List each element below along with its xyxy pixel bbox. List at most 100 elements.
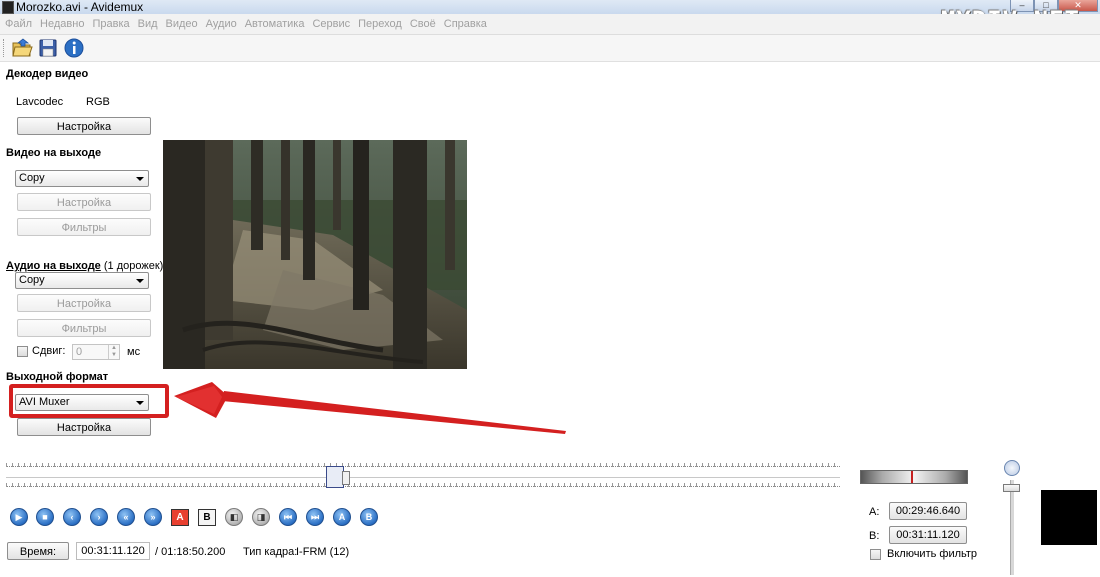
- timeline-tick: [654, 463, 655, 467]
- audio-settings-button[interactable]: Настройка: [17, 294, 151, 312]
- timeline-track[interactable]: [6, 477, 840, 478]
- timeline-tick: [432, 463, 433, 467]
- menu-custom[interactable]: Своё: [406, 14, 440, 34]
- volume-slider-thumb[interactable]: [1003, 484, 1020, 492]
- timeline-tick: [84, 463, 85, 467]
- next-frame-icon[interactable]: ›: [90, 508, 108, 526]
- timeline-tick: [792, 483, 793, 487]
- info-icon[interactable]: [63, 37, 85, 59]
- timeline-tick: [630, 463, 631, 467]
- timeline-tick: [294, 483, 295, 487]
- timeline-tick: [660, 483, 661, 487]
- audio-track-count: (1 дорожек): [103, 260, 164, 272]
- muxer-settings-button[interactable]: Настройка: [17, 418, 151, 436]
- timeline-tick: [402, 483, 403, 487]
- audio-codec-select[interactable]: Copy: [15, 272, 149, 289]
- goto-marker-a-icon[interactable]: A: [333, 508, 351, 526]
- frame-type-label: Тип кадра:: [243, 546, 298, 558]
- current-time-field[interactable]: 00:31:11.120: [76, 542, 150, 560]
- shift-input[interactable]: 0 ▲ ▼: [72, 344, 120, 360]
- timeline-tick: [276, 483, 277, 487]
- app-icon: [2, 1, 14, 14]
- set-marker-a-icon[interactable]: A: [171, 509, 189, 526]
- timeline-tick: [42, 483, 43, 487]
- timeline-tick: [126, 483, 127, 487]
- timeline-tick: [306, 463, 307, 467]
- volume-icon[interactable]: [1004, 460, 1020, 476]
- decoder-settings-button[interactable]: Настройка: [17, 117, 151, 135]
- timeline-tick: [120, 463, 121, 467]
- jog-shuttle[interactable]: [860, 470, 968, 484]
- timeline-tick: [606, 463, 607, 467]
- timeline-tick: [36, 463, 37, 467]
- enable-filter-checkbox[interactable]: [870, 549, 881, 560]
- timeline-tick: [318, 463, 319, 467]
- play-icon[interactable]: ▶: [10, 508, 28, 526]
- timeline-tick: [522, 483, 523, 487]
- menu-recent[interactable]: Недавно: [36, 14, 88, 34]
- timeline-tick: [462, 463, 463, 467]
- timeline-tick: [324, 483, 325, 487]
- video-codec-select[interactable]: Copy: [15, 170, 149, 187]
- timeline-tick: [576, 483, 577, 487]
- timeline-tick: [780, 463, 781, 467]
- timeline-tick: [660, 463, 661, 467]
- audio-filters-button[interactable]: Фильтры: [17, 319, 151, 337]
- open-folder-icon[interactable]: [11, 37, 33, 59]
- shift-checkbox[interactable]: [17, 346, 28, 357]
- timeline-tick: [138, 483, 139, 487]
- goto-end-icon[interactable]: ⏭: [306, 508, 324, 526]
- timeline-tick: [144, 483, 145, 487]
- toolbar: [0, 35, 1100, 62]
- timeline-tick: [702, 463, 703, 467]
- timeline-tick: [216, 483, 217, 487]
- timeline-tick: [42, 463, 43, 467]
- previous-keyframe-icon[interactable]: «: [117, 508, 135, 526]
- timeline-tick: [744, 463, 745, 467]
- goto-start-icon[interactable]: ⏮: [279, 508, 297, 526]
- save-disk-icon[interactable]: [37, 37, 59, 59]
- time-button[interactable]: Время:: [7, 542, 69, 560]
- timeline-tick: [192, 463, 193, 467]
- timeline-tick: [768, 483, 769, 487]
- menu-edit[interactable]: Правка: [88, 14, 133, 34]
- next-keyframe-icon[interactable]: »: [144, 508, 162, 526]
- next-black-frame-icon[interactable]: ◨: [252, 508, 270, 526]
- timeline-tick: [444, 483, 445, 487]
- menu-file[interactable]: Файл: [0, 14, 36, 34]
- set-marker-b-icon[interactable]: B: [198, 509, 216, 526]
- timeline-tick: [210, 463, 211, 467]
- previous-frame-icon[interactable]: ‹: [63, 508, 81, 526]
- timeline-tick: [120, 483, 121, 487]
- timeline-tick: [822, 463, 823, 467]
- timeline-tick: [198, 483, 199, 487]
- timeline-tick: [312, 463, 313, 467]
- video-filters-button[interactable]: Фильтры: [17, 218, 151, 236]
- muxer-select[interactable]: AVI Muxer: [15, 394, 149, 411]
- previous-black-frame-icon[interactable]: ◧: [225, 508, 243, 526]
- timeline-tick: [222, 463, 223, 467]
- stop-icon[interactable]: ■: [36, 508, 54, 526]
- timeline-tick: [678, 483, 679, 487]
- menu-help[interactable]: Справка: [440, 14, 491, 34]
- volume-slider-track[interactable]: [1010, 480, 1014, 575]
- timeline-tick: [354, 463, 355, 467]
- red-arrow-icon: [174, 382, 566, 434]
- menu-auto[interactable]: Автоматика: [241, 14, 309, 34]
- timeline-tick: [360, 483, 361, 487]
- menu-audio[interactable]: Аудио: [202, 14, 241, 34]
- timeline-tick: [456, 463, 457, 467]
- timeline-slider-handle[interactable]: [342, 471, 351, 485]
- menu-view[interactable]: Вид: [134, 14, 162, 34]
- marker-a-button[interactable]: 00:29:46.640: [889, 502, 967, 520]
- marker-b-button[interactable]: 00:31:11.120: [889, 526, 967, 544]
- timeline-tick: [780, 483, 781, 487]
- goto-marker-b-icon[interactable]: B: [360, 508, 378, 526]
- timeline-tick: [96, 483, 97, 487]
- spin-arrows-icon[interactable]: ▲ ▼: [108, 345, 119, 359]
- video-settings-button[interactable]: Настройка: [17, 193, 151, 211]
- timeline-tick: [84, 483, 85, 487]
- menu-video[interactable]: Видео: [162, 14, 202, 34]
- menu-go[interactable]: Переход: [354, 14, 406, 34]
- menu-tools[interactable]: Сервис: [308, 14, 354, 34]
